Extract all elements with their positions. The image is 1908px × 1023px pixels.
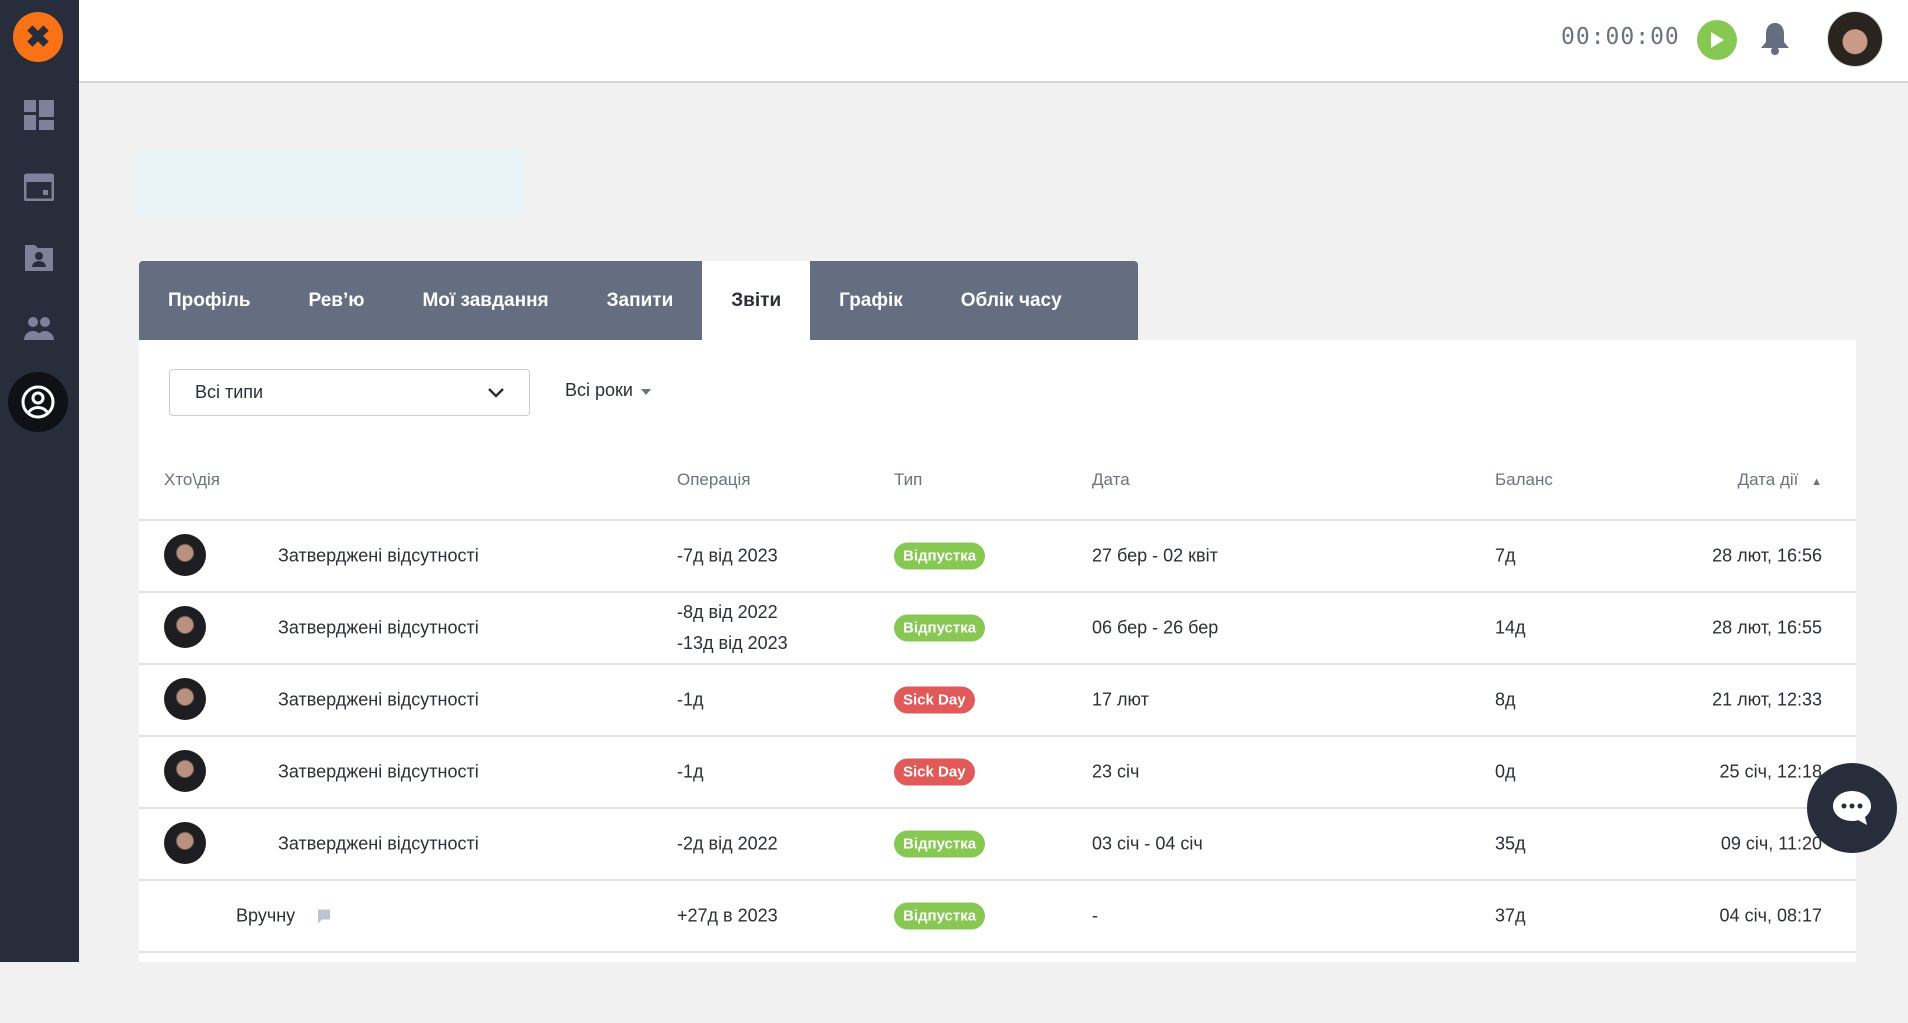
profile-tabs: Профіль Рев’ю Мої завдання Запити Звіти …	[139, 261, 1138, 340]
page-title-placeholder	[135, 150, 525, 215]
who-text: Вручну	[236, 905, 296, 926]
balance-cell: 7д	[1495, 545, 1516, 566]
action-date-cell: 25 січ, 12:18	[1719, 761, 1822, 782]
action-date-cell: 28 лют, 16:55	[1712, 617, 1822, 638]
tab-profile[interactable]: Профіль	[139, 261, 280, 340]
type-badge: Відпустка	[894, 614, 986, 642]
chevron-down-icon	[488, 387, 504, 398]
type-select[interactable]: Всі типи	[169, 369, 530, 416]
balance-cell: 37д	[1495, 905, 1526, 926]
tab-my-tasks[interactable]: Мої завдання	[393, 261, 577, 340]
tab-review[interactable]: Рев’ю	[280, 261, 394, 340]
table-row[interactable]: Затверджені відсутності -7д від 2023 Відпу…	[139, 519, 1856, 591]
date-cell: 03 січ - 04 січ	[1092, 833, 1203, 854]
table-row[interactable]: Вручну +27д в 2023 Відпустка - 37д 04 січ,…	[139, 879, 1856, 951]
who-label: Вручну	[236, 906, 331, 927]
header-operation: Операція	[677, 470, 751, 489]
operation-line: -8д від 2022	[677, 602, 778, 622]
team-icon[interactable]	[20, 310, 58, 348]
date-cell: 23 січ	[1092, 761, 1140, 782]
balance-cell: 8д	[1495, 689, 1516, 710]
header-who: Хто\дія	[164, 470, 221, 489]
operation-cell: +27д в 2023	[677, 905, 778, 926]
tab-schedule[interactable]: Графік	[810, 261, 932, 340]
header-action-date[interactable]: Дата дії ▲	[1738, 470, 1822, 490]
date-cell: -	[1092, 905, 1098, 926]
sidebar: ✖	[0, 0, 79, 962]
table-row[interactable]: Затверджені відсутності -2д від 2022 Відпу…	[139, 807, 1856, 879]
header-balance: Баланс	[1495, 470, 1553, 489]
play-button[interactable]	[1697, 20, 1737, 60]
operation-cell: -8д від 2022 -13д від 2023	[677, 597, 788, 659]
type-badge: Відпустка	[894, 542, 986, 570]
who-label: Затверджені відсутності	[278, 617, 479, 638]
who-label: Затверджені відсутності	[278, 833, 479, 854]
operation-line: -13д від 2023	[677, 633, 788, 653]
timer-display: 00:00:00	[1561, 24, 1680, 50]
avatar	[164, 606, 206, 648]
action-date-cell: 28 лют, 16:56	[1712, 545, 1822, 566]
table-row[interactable]: Затверджені відсутності -8д від 2022 -13д …	[139, 591, 1856, 663]
action-date-cell: 21 лют, 12:33	[1712, 689, 1822, 710]
avatar	[164, 678, 206, 720]
sort-asc-icon: ▲	[1811, 476, 1822, 488]
header-action-date-label: Дата дії	[1737, 470, 1799, 489]
contact-folder-icon[interactable]	[20, 238, 58, 276]
avatar	[164, 750, 206, 792]
table-row[interactable]: Затверджені відсутності -1д Sick Day 23 сі…	[139, 735, 1856, 807]
type-select-value: Всі типи	[195, 382, 264, 402]
avatar	[164, 822, 206, 864]
date-cell: 06 бер - 26 бер	[1092, 617, 1219, 638]
who-label: Затверджені відсутності	[278, 545, 479, 566]
who-label: Затверджені відсутності	[278, 689, 479, 710]
chat-button[interactable]	[1807, 763, 1897, 853]
action-date-cell: 09 січ, 11:20	[1720, 833, 1822, 854]
date-cell: 17 лют	[1092, 689, 1149, 710]
years-dropdown[interactable]: Всі роки	[565, 380, 651, 401]
calendar-icon[interactable]	[20, 167, 58, 205]
bell-icon[interactable]	[1758, 20, 1792, 61]
tab-requests[interactable]: Запити	[578, 261, 703, 340]
logo-icon[interactable]: ✖	[13, 12, 63, 62]
profile-icon[interactable]	[8, 372, 68, 432]
tab-reports[interactable]: Звіти	[702, 261, 811, 340]
operation-cell: -2д від 2022	[677, 833, 778, 854]
user-avatar[interactable]	[1827, 11, 1883, 67]
action-date-cell: 04 січ, 08:17	[1719, 905, 1822, 926]
tab-time-tracking[interactable]: Облік часу	[932, 261, 1091, 340]
operation-cell: -1д	[677, 761, 704, 782]
date-cell: 27 бер - 02 квіт	[1092, 545, 1218, 566]
balance-cell: 0д	[1495, 761, 1516, 782]
type-badge: Відпустка	[894, 830, 986, 858]
operation-cell: -1д	[677, 689, 704, 710]
header-type: Тип	[894, 470, 923, 489]
balance-cell: 14д	[1495, 617, 1526, 638]
avatar	[164, 534, 206, 576]
type-badge: Відпустка	[894, 902, 986, 930]
header-date: Дата	[1092, 470, 1130, 489]
type-badge: Sick Day	[894, 686, 975, 714]
years-label: Всі роки	[565, 380, 633, 400]
balance-cell: 35д	[1495, 833, 1526, 854]
dashboard-icon[interactable]	[20, 96, 58, 134]
comment-icon[interactable]	[317, 909, 331, 925]
table-row[interactable]: Затверджені відсутності -1д Sick Day 17 лю…	[139, 663, 1856, 735]
operation-cell: -7д від 2023	[677, 545, 778, 566]
reports-card: Всі типи Всі роки Хто\дія Операція Тип Д…	[139, 340, 1856, 962]
caret-down-icon	[640, 388, 651, 400]
type-badge: Sick Day	[894, 758, 975, 786]
who-label: Затверджені відсутності	[278, 761, 479, 782]
